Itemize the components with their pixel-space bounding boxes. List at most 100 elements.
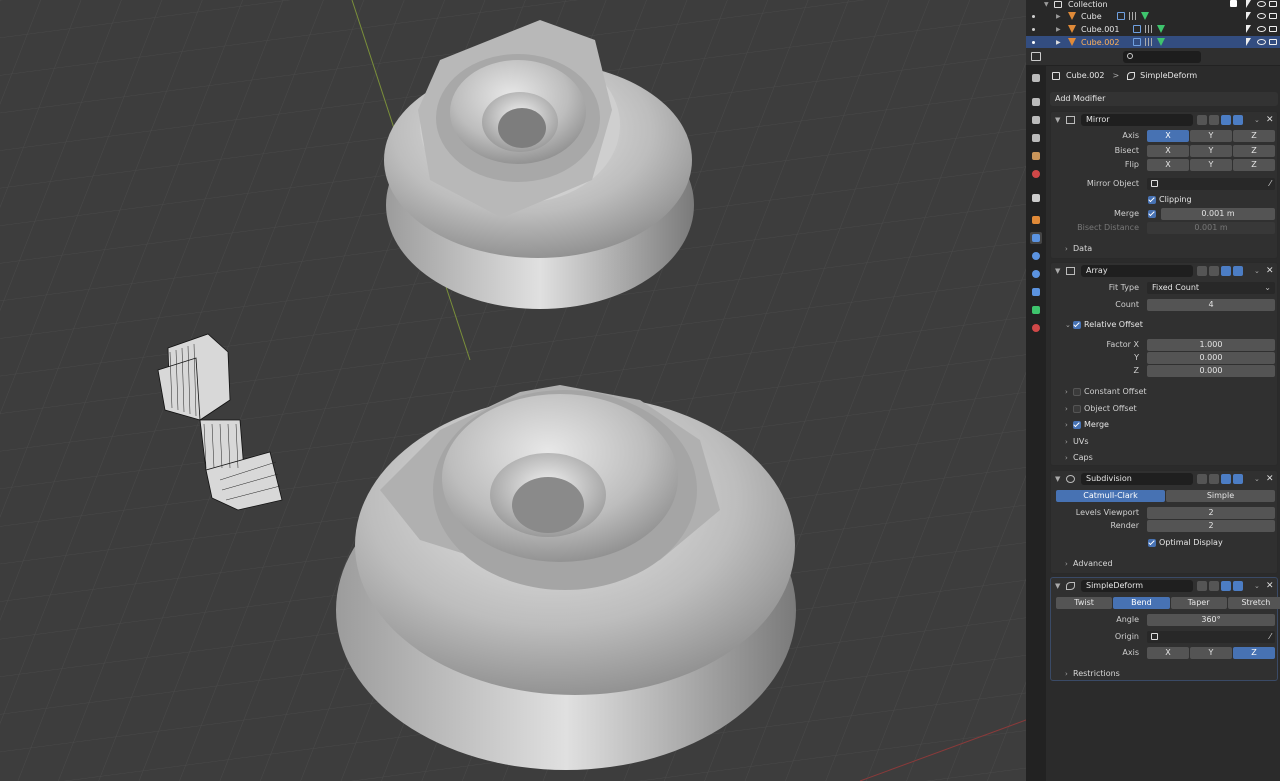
tab-material[interactable] — [1030, 322, 1042, 334]
optimal-display-checkbox[interactable] — [1148, 539, 1156, 547]
chevron-down-icon[interactable]: ▼ — [1055, 473, 1060, 485]
factor-x-field[interactable]: 1.000 — [1147, 339, 1275, 351]
chevron-right-icon[interactable]: › — [1065, 558, 1068, 570]
outliner[interactable]: ▼ Collection ▶ Cube ▶ Cube.001 ▶ Cube.00… — [1026, 0, 1280, 49]
angle-field[interactable]: 360° — [1147, 614, 1275, 626]
3d-viewport[interactable] — [0, 0, 1026, 781]
chevron-down-icon[interactable]: ▼ — [1055, 114, 1060, 126]
chevron-right-icon[interactable]: › — [1065, 386, 1068, 398]
tab-modifiers[interactable] — [1030, 232, 1042, 244]
close-icon[interactable]: ✕ — [1266, 114, 1274, 126]
simpledeform-modifier-header[interactable]: ▼ SimpleDeform ⌄ ✕ — [1051, 578, 1277, 594]
bend-button[interactable]: Bend — [1113, 597, 1170, 609]
camera-icon[interactable] — [1269, 26, 1277, 32]
simpledeform-name-field[interactable]: SimpleDeform — [1081, 580, 1193, 592]
tab-data[interactable] — [1030, 304, 1042, 316]
clipping-checkbox[interactable] — [1148, 196, 1156, 204]
render-icon[interactable] — [1233, 581, 1243, 591]
camera-icon[interactable] — [1269, 1, 1277, 7]
object-offset-checkbox[interactable] — [1073, 405, 1081, 413]
edit-mode-icon[interactable] — [1197, 266, 1207, 276]
add-modifier-button[interactable]: Add Modifier — [1050, 92, 1278, 106]
tab-object[interactable] — [1030, 214, 1042, 226]
mirror-object-field[interactable]: ⁄ — [1147, 178, 1275, 190]
edit-mode-icon[interactable] — [1197, 474, 1207, 484]
constant-offset-checkbox[interactable] — [1073, 388, 1081, 396]
select-pointer-icon[interactable] — [1246, 0, 1251, 8]
flip-x-toggle[interactable]: X — [1147, 159, 1189, 171]
tab-view-layer[interactable] — [1030, 132, 1042, 144]
axis-x-toggle[interactable]: X — [1147, 130, 1189, 142]
tab-physics[interactable] — [1030, 268, 1042, 280]
caps-subpanel[interactable]: Caps — [1073, 452, 1093, 464]
relative-offset-checkbox[interactable] — [1073, 321, 1081, 329]
merge-distance-field[interactable]: 0.001 m — [1161, 208, 1275, 220]
chevron-down-icon[interactable]: ▼ — [1044, 1, 1049, 8]
chevron-right-icon[interactable]: › — [1065, 436, 1068, 448]
merge-checkbox[interactable] — [1148, 210, 1156, 218]
select-pointer-icon[interactable] — [1246, 12, 1251, 20]
eye-icon[interactable] — [1257, 39, 1266, 45]
properties-search-input[interactable] — [1123, 51, 1201, 63]
axis-z-toggle[interactable]: Z — [1233, 130, 1275, 142]
data-subpanel[interactable]: Data — [1073, 243, 1092, 255]
stretch-button[interactable]: Stretch — [1227, 597, 1280, 609]
render-icon[interactable] — [1233, 266, 1243, 276]
eye-icon[interactable] — [1257, 1, 1266, 7]
array-modifier-header[interactable]: ▼ Array ⌄ ✕ — [1051, 263, 1277, 279]
simple-button[interactable]: Simple — [1166, 490, 1275, 502]
advanced-subpanel[interactable]: Advanced — [1073, 558, 1113, 570]
levels-viewport-field[interactable]: 2 — [1147, 507, 1275, 519]
eye-icon[interactable] — [1257, 26, 1266, 32]
fit-type-dropdown[interactable]: Fixed Count ⌄ — [1147, 282, 1275, 294]
on-cage-icon[interactable] — [1209, 474, 1219, 484]
tab-particles[interactable] — [1030, 250, 1042, 262]
factor-z-field[interactable]: 0.000 — [1147, 365, 1275, 377]
on-cage-icon[interactable] — [1209, 581, 1219, 591]
chevron-down-icon[interactable]: ⌄ — [1254, 114, 1260, 126]
realtime-icon[interactable] — [1221, 581, 1231, 591]
edit-mode-icon[interactable] — [1197, 115, 1207, 125]
tab-output[interactable] — [1030, 114, 1042, 126]
flip-z-toggle[interactable]: Z — [1233, 159, 1275, 171]
chevron-down-icon[interactable]: ⌄ — [1254, 473, 1260, 485]
realtime-icon[interactable] — [1221, 266, 1231, 276]
twist-button[interactable]: Twist — [1056, 597, 1113, 609]
subdivision-modifier-header[interactable]: ▼ Subdivision ⌄ ✕ — [1051, 471, 1277, 487]
on-cage-icon[interactable] — [1209, 266, 1219, 276]
array-name-field[interactable]: Array — [1081, 265, 1193, 277]
camera-icon[interactable] — [1269, 39, 1277, 45]
count-field[interactable]: 4 — [1147, 299, 1275, 311]
mirror-name-field[interactable]: Mirror — [1081, 114, 1193, 126]
array-merge-checkbox[interactable] — [1073, 421, 1081, 429]
wrench-icon[interactable] — [1133, 38, 1141, 46]
on-cage-icon[interactable] — [1209, 115, 1219, 125]
chevron-down-icon[interactable]: ⌄ — [1254, 580, 1260, 592]
render-levels-field[interactable]: 2 — [1147, 520, 1275, 532]
editor-type-icon[interactable] — [1031, 52, 1041, 61]
chevron-right-icon[interactable]: › — [1065, 243, 1068, 255]
tab-world[interactable] — [1030, 168, 1042, 180]
eye-icon[interactable] — [1257, 13, 1266, 19]
deform-axis-x[interactable]: X — [1147, 647, 1189, 659]
catmull-clark-button[interactable]: Catmull-Clark — [1056, 490, 1165, 502]
chevron-down-icon[interactable]: ▼ — [1055, 265, 1060, 277]
mirror-modifier-header[interactable]: ▼ Mirror ⌄ ✕ — [1051, 112, 1277, 128]
chevron-down-icon[interactable]: ▼ — [1055, 580, 1060, 592]
chevron-right-icon[interactable]: › — [1065, 668, 1068, 680]
chevron-right-icon[interactable]: ▶ — [1056, 26, 1061, 33]
flip-y-toggle[interactable]: Y — [1190, 159, 1232, 171]
restrictions-subpanel[interactable]: Restrictions — [1073, 668, 1120, 680]
render-icon[interactable] — [1233, 474, 1243, 484]
select-pointer-icon[interactable] — [1246, 38, 1251, 46]
eyedropper-icon[interactable]: ⁄ — [1270, 178, 1271, 190]
origin-field[interactable]: ⁄ — [1147, 631, 1275, 643]
factor-y-field[interactable]: 0.000 — [1147, 352, 1275, 364]
outliner-row-cube[interactable]: ▶ Cube — [1026, 10, 1280, 23]
chevron-right-icon[interactable]: › — [1065, 403, 1068, 415]
uvs-subpanel[interactable]: UVs — [1073, 436, 1089, 448]
render-icon[interactable] — [1233, 115, 1243, 125]
subdivision-name-field[interactable]: Subdivision — [1081, 473, 1193, 485]
wrench-icon[interactable] — [1117, 12, 1125, 20]
realtime-icon[interactable] — [1221, 115, 1231, 125]
